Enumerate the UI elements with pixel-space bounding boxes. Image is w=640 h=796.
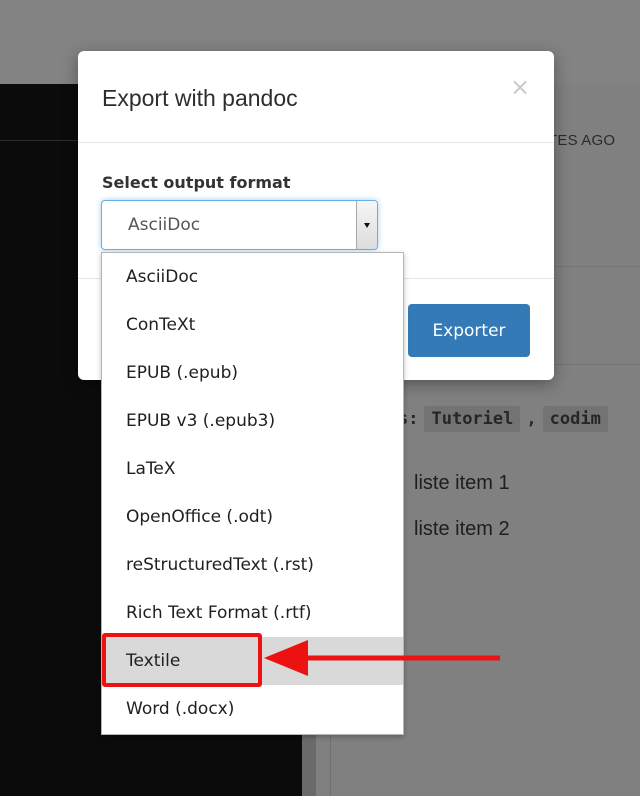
output-format-select[interactable]: AsciiDoc bbox=[101, 200, 378, 250]
list-item: liste item 2 bbox=[414, 518, 510, 540]
format-option[interactable]: EPUB v3 (.epub3) bbox=[102, 397, 403, 445]
format-option[interactable]: Rich Text Format (.rtf) bbox=[102, 589, 403, 637]
last-saved-timestamp: TES AGO bbox=[548, 132, 616, 149]
modal-header-divider bbox=[78, 142, 554, 143]
preview-list: liste item 1 liste item 2 bbox=[414, 460, 510, 552]
arrow-left-icon bbox=[264, 640, 500, 676]
modal-title: Export with pandoc bbox=[102, 85, 298, 111]
format-option[interactable]: AsciiDoc bbox=[102, 253, 403, 301]
list-item: liste item 1 bbox=[414, 472, 510, 494]
annotation-highlight-box bbox=[102, 633, 262, 687]
format-option[interactable]: reStructuredText (.rst) bbox=[102, 541, 403, 589]
format-option[interactable]: Word (.docx) bbox=[102, 685, 403, 733]
format-option[interactable]: EPUB (.epub) bbox=[102, 349, 403, 397]
select-current-value: AsciiDoc bbox=[128, 215, 201, 235]
select-arrow-button[interactable] bbox=[356, 201, 377, 249]
export-button[interactable]: Exporter bbox=[408, 304, 530, 357]
preview-tags: s: Tutoriel , codim bbox=[398, 403, 608, 435]
output-format-label: Select output format bbox=[102, 173, 291, 192]
format-option[interactable]: ConTeXt bbox=[102, 301, 403, 349]
tag-chip: codim bbox=[542, 406, 608, 432]
chevron-down-icon bbox=[364, 222, 370, 228]
tag-chip: Tutoriel bbox=[424, 406, 521, 432]
format-option[interactable]: LaTeX bbox=[102, 445, 403, 493]
close-icon[interactable]: × bbox=[510, 75, 530, 99]
tags-separator: , bbox=[526, 409, 537, 429]
format-option[interactable]: OpenOffice (.odt) bbox=[102, 493, 403, 541]
